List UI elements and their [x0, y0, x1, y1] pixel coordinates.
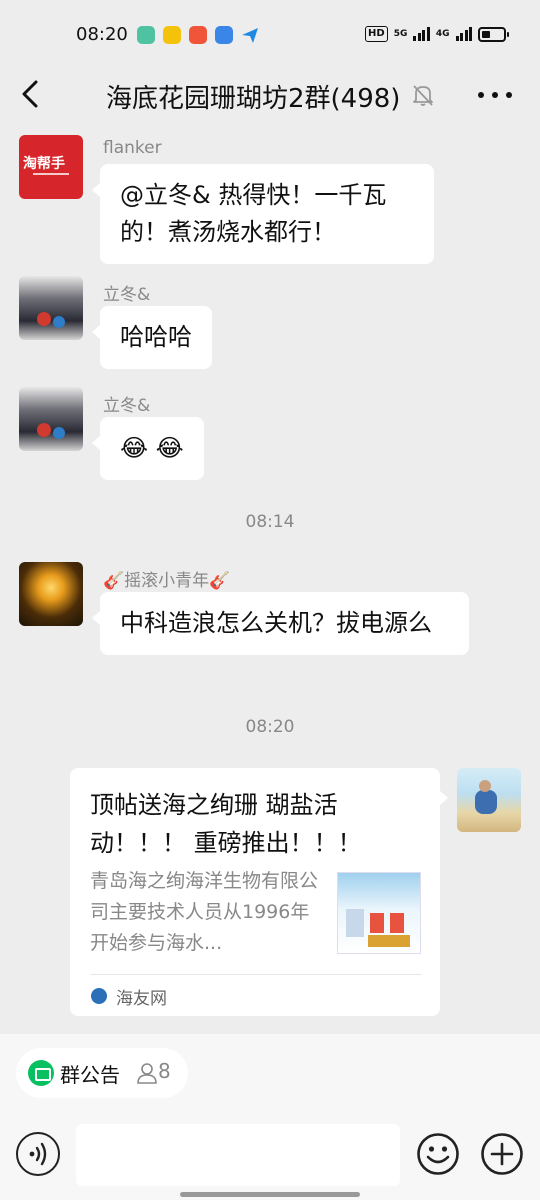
- avatar-logo-underline: [33, 173, 69, 175]
- message-text: 哈哈哈: [120, 323, 192, 351]
- message-input[interactable]: [76, 1124, 400, 1186]
- avatar[interactable]: [19, 276, 83, 340]
- link-card-source: 海友网: [116, 989, 167, 1009]
- avatar-shape: [53, 427, 65, 439]
- back-button[interactable]: [14, 76, 50, 112]
- sender-name: 立冬&: [103, 396, 151, 416]
- add-more-button[interactable]: [480, 1132, 524, 1176]
- app-notification-icon: [163, 26, 181, 44]
- hd-badge: HD: [365, 26, 388, 42]
- message-bubble[interactable]: 😂 😂: [92, 417, 204, 480]
- more-options-button[interactable]: [476, 90, 514, 100]
- emoji-button[interactable]: [416, 1132, 460, 1176]
- thumbnail-shape: [368, 935, 410, 947]
- avatar[interactable]: 淘帮手: [19, 135, 83, 199]
- group-notice-chip[interactable]: 群公告 8: [16, 1048, 188, 1098]
- status-bar: 08:20 HD 5G 4G: [0, 0, 540, 70]
- avatar-shape: [479, 780, 491, 792]
- chevron-left-icon: [22, 80, 38, 108]
- my-avatar[interactable]: [457, 768, 521, 832]
- message-bubble[interactable]: @立冬& 热得快！一千瓦的！煮汤烧水都行！: [92, 164, 434, 264]
- message-bubble[interactable]: 中科造浪怎么关机？拔电源么: [92, 592, 469, 655]
- link-card-thumbnail: [337, 872, 421, 954]
- avatar-shape: [37, 423, 51, 437]
- sender-name: 立冬&: [103, 285, 151, 305]
- person-icon: [137, 1063, 157, 1084]
- network-4g-label: 4G: [435, 29, 450, 39]
- status-time: 08:20: [76, 24, 128, 45]
- sender-name: flanker: [103, 138, 162, 158]
- link-card-title: 顶帖送海之绚珊 瑚盐活动！！！ 重磅推出！！！: [90, 791, 362, 857]
- avatar-shape: [475, 790, 497, 814]
- message-text: 中科造浪怎么关机？拔电源么: [120, 609, 432, 637]
- message-timestamp: 08:20: [245, 717, 295, 737]
- message-emoji: 😂 😂: [120, 434, 184, 462]
- app-notification-icon: [189, 26, 207, 44]
- avatar[interactable]: [19, 562, 83, 626]
- avatar-shape: [37, 312, 51, 326]
- avatar-logo-text: 淘帮手: [23, 156, 65, 172]
- chat-header: 海底花园珊瑚坊2群(498): [0, 70, 540, 120]
- message-bubble[interactable]: 哈哈哈: [92, 306, 212, 369]
- member-count: 8: [158, 1059, 171, 1083]
- battery-icon: [478, 26, 509, 42]
- thumbnail-shape: [346, 909, 364, 937]
- link-card-description: 青岛海之绚海洋生物有限公司主要技术人员从1996年开始参与海水...: [90, 870, 319, 954]
- signal-5g-icon: [413, 27, 430, 41]
- status-right: HD 5G 4G: [365, 26, 509, 42]
- sender-name: 🎸摇滚小青年🎸: [103, 571, 231, 591]
- bell-off-icon: [413, 85, 433, 106]
- link-card-message[interactable]: 顶帖送海之绚珊 瑚盐活动！！！ 重磅推出！！！ 青岛海之绚海洋生物有限公司主要技…: [70, 768, 448, 1016]
- notification-icons: [137, 26, 259, 44]
- avatar-shape: [53, 316, 65, 328]
- chat-title: 海底花园珊瑚坊2群(498): [106, 84, 401, 114]
- app-notification-icon: [215, 26, 233, 44]
- message-text: @立冬& 热得快！一千瓦的！煮汤烧水都行！: [120, 181, 387, 246]
- send-arrow-icon: [242, 28, 258, 43]
- signal-4g-icon: [455, 27, 472, 41]
- avatar[interactable]: [19, 387, 83, 451]
- message-timestamp: 08:14: [245, 512, 295, 532]
- network-5g-label: 5G: [393, 29, 408, 39]
- group-notice-label: 群公告: [60, 1063, 120, 1087]
- notice-icon: [28, 1060, 54, 1086]
- voice-input-button[interactable]: [16, 1132, 60, 1176]
- thumbnail-shape: [370, 913, 384, 933]
- thumbnail-shape: [390, 913, 404, 933]
- source-logo-icon: [91, 988, 107, 1004]
- app-notification-icon: [137, 26, 155, 44]
- link-card-divider: [90, 974, 422, 975]
- bottom-input-area: 群公告 8: [0, 1034, 540, 1200]
- home-indicator[interactable]: [180, 1192, 360, 1197]
